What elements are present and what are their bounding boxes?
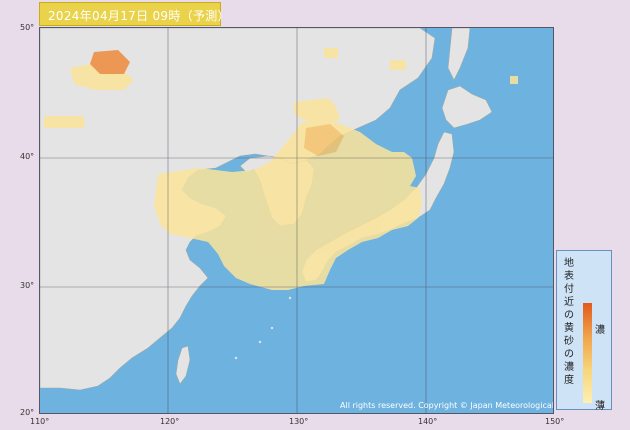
dust-patch — [44, 116, 84, 128]
island-dot — [258, 340, 262, 344]
lon-label-140: 140° — [418, 417, 438, 426]
legend-title-char: 付 — [564, 284, 574, 295]
forecast-time-banner: 2024年04月17日 09時（予測） — [39, 2, 230, 26]
legend-high-label: 濃 — [595, 325, 605, 336]
copyright-notice: All rights reserved. Copyright © Japan M… — [340, 401, 554, 410]
dust-patch — [390, 60, 406, 70]
lon-label-150: 150° — [545, 417, 565, 426]
legend-low-label: 薄 — [595, 401, 605, 412]
legend-color-scale — [583, 303, 592, 403]
legend-title-char: 黄 — [564, 323, 574, 334]
legend-title-char: の — [564, 349, 574, 360]
lat-label-40: 40° — [20, 152, 35, 161]
dust-concentration-legend: 地 表 付 近 の 黄 砂 の 濃 度 濃 薄 — [556, 250, 612, 412]
lat-label-50: 50° — [20, 23, 35, 32]
dust-map: All rights reserved. Copyright © Japan M… — [39, 27, 554, 414]
lon-label-110: 110° — [30, 417, 50, 426]
island-dot — [270, 326, 274, 330]
lon-label-120: 120° — [160, 417, 180, 426]
island-dot — [234, 356, 238, 360]
island-dot — [288, 296, 292, 300]
legend-title-char: 度 — [564, 375, 574, 386]
forecast-time-text: 2024年04月17日 09時（予測） — [48, 9, 230, 23]
dust-patch — [324, 48, 338, 58]
legend-title-char: の — [564, 310, 574, 321]
legend-title-char: 濃 — [564, 362, 574, 373]
legend-title-char: 表 — [564, 271, 574, 282]
lat-label-20: 20° — [20, 408, 35, 417]
legend-title-char: 地 — [564, 258, 574, 269]
legend-title-char: 砂 — [564, 336, 574, 347]
lon-label-130: 130° — [289, 417, 309, 426]
legend-title-char: 近 — [564, 297, 574, 308]
dust-patch — [510, 76, 518, 84]
map-canvas — [40, 28, 553, 413]
legend-title: 地 表 付 近 の 黄 砂 の 濃 度 — [561, 257, 577, 387]
lat-label-30: 30° — [20, 281, 35, 290]
